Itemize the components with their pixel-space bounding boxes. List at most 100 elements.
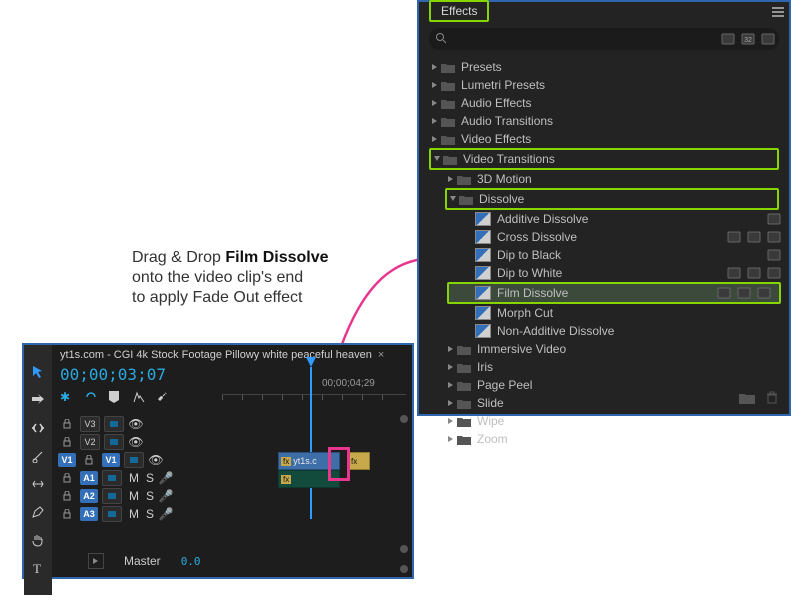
tree-zoom[interactable]: Zoom (419, 430, 789, 448)
item-non-additive[interactable]: Non-Additive Dissolve (419, 322, 789, 340)
sync-lock-icon[interactable] (104, 416, 124, 432)
transition-icon (475, 324, 491, 338)
item-additive-dissolve[interactable]: Additive Dissolve (419, 210, 789, 228)
instr-bold: Film Dissolve (225, 249, 328, 266)
close-sequence-icon[interactable]: × (378, 349, 384, 361)
tree-video-effects[interactable]: Video Effects (419, 130, 789, 148)
solo-button[interactable]: S (142, 507, 158, 521)
ripple-edit-tool[interactable] (29, 419, 47, 437)
tree-iris[interactable]: Iris (419, 358, 789, 376)
item-label: Dip to White (497, 266, 562, 280)
item-film-dissolve[interactable]: Film Dissolve (449, 284, 779, 302)
track-target-a2[interactable]: A2 (80, 489, 98, 503)
lock-icon[interactable] (58, 435, 76, 449)
track-select-tool[interactable] (29, 391, 47, 409)
track-target-v1[interactable]: V1 (102, 453, 120, 467)
effects-panel: Effects 32 Presets Lumetri Presets Audio… (417, 0, 791, 416)
item-cross-dissolve[interactable]: Cross Dissolve (419, 228, 789, 246)
wrench-icon[interactable] (156, 390, 170, 404)
yuv-badge-icon (757, 287, 771, 299)
tree-3d-motion[interactable]: 3D Motion (419, 170, 789, 188)
voiceover-icon[interactable]: 🎤 (158, 507, 174, 521)
slip-tool[interactable] (29, 475, 47, 493)
sync-lock-icon[interactable] (124, 452, 144, 468)
panel-menu-icon[interactable] (771, 6, 785, 18)
mute-button[interactable]: M (126, 471, 142, 485)
sequence-tab[interactable]: yt1s.com - CGI 4k Stock Footage Pillowy … (52, 345, 412, 363)
lock-icon[interactable] (58, 471, 76, 485)
tree-dissolve[interactable]: Dissolve (447, 190, 777, 208)
effects-tree: Presets Lumetri Presets Audio Effects Au… (419, 54, 789, 448)
razor-tool[interactable] (29, 447, 47, 465)
tree-video-transitions[interactable]: Video Transitions (431, 150, 777, 168)
item-morph-cut[interactable]: Morph Cut (419, 304, 789, 322)
pen-tool[interactable] (29, 503, 47, 521)
transition-icon (475, 212, 491, 226)
lock-icon[interactable] (58, 489, 76, 503)
sync-lock-icon[interactable] (102, 470, 122, 486)
track-target-a3[interactable]: A3 (80, 507, 98, 521)
voiceover-icon[interactable]: 🎤 (158, 471, 174, 485)
selection-tool[interactable] (29, 363, 47, 381)
master-expand-icon[interactable] (88, 553, 104, 569)
badge-fx-icon[interactable] (721, 33, 735, 45)
type-tool[interactable]: T (29, 559, 47, 577)
item-dip-white[interactable]: Dip to White (419, 264, 789, 282)
clip-area[interactable]: fx yt1s.c fx fx (222, 415, 406, 553)
timeline-settings-icon[interactable] (132, 390, 146, 404)
accel-badge-icon (717, 287, 731, 299)
lock-icon[interactable] (58, 507, 76, 521)
tree-slide[interactable]: Slide (419, 394, 789, 412)
effects-tab[interactable]: Effects (429, 0, 489, 22)
folder-icon (457, 416, 471, 427)
tree-lumetri[interactable]: Lumetri Presets (419, 76, 789, 94)
tree-audio-effects[interactable]: Audio Effects (419, 94, 789, 112)
source-patch-v1[interactable]: V1 (58, 453, 76, 467)
toggle-output-icon[interactable]: 👁 (128, 435, 144, 449)
toggle-output-icon[interactable]: 👁 (148, 453, 164, 467)
sync-lock-icon[interactable] (104, 434, 124, 450)
tree-pagepeel[interactable]: Page Peel (419, 376, 789, 394)
effects-search[interactable]: 32 (429, 28, 779, 50)
accel-badge-icon (767, 213, 781, 225)
tree-wipe[interactable]: Wipe (419, 412, 789, 430)
search-input[interactable] (453, 31, 721, 47)
folder-icon (441, 98, 455, 109)
badge-yuv-icon[interactable] (761, 33, 775, 45)
instr-l2: onto the video clip's end (132, 268, 392, 288)
track-target-v2[interactable]: V2 (80, 434, 100, 450)
add-marker-icon[interactable] (108, 390, 122, 404)
master-track[interactable]: Master 0.0 (88, 553, 201, 569)
track-target-a1[interactable]: A1 (80, 471, 98, 485)
mute-button[interactable]: M (126, 489, 142, 503)
voiceover-icon[interactable]: 🎤 (158, 489, 174, 503)
lock-icon[interactable] (58, 417, 76, 431)
sync-lock-icon[interactable] (102, 488, 122, 504)
badge-32-icon[interactable]: 32 (741, 33, 755, 45)
folder-icon (441, 134, 455, 145)
snap-icon[interactable]: ✱ (60, 390, 74, 404)
item-dip-black[interactable]: Dip to Black (419, 246, 789, 264)
master-value[interactable]: 0.0 (181, 555, 201, 568)
new-bin-icon[interactable] (739, 391, 755, 408)
scroll-indicator[interactable] (400, 545, 408, 553)
sync-lock-icon[interactable] (102, 506, 122, 522)
solo-button[interactable]: S (142, 471, 158, 485)
tree-audio-transitions[interactable]: Audio Transitions (419, 112, 789, 130)
tree-presets[interactable]: Presets (419, 58, 789, 76)
solo-button[interactable]: S (142, 489, 158, 503)
delete-icon[interactable] (765, 391, 779, 408)
folder-icon (457, 380, 471, 391)
tree-label: Dissolve (479, 192, 524, 206)
tree-immersive[interactable]: Immersive Video (419, 340, 789, 358)
lock-icon[interactable] (80, 453, 98, 467)
toggle-output-icon[interactable]: 👁 (128, 417, 144, 431)
scroll-indicator[interactable] (400, 565, 408, 573)
ruler[interactable]: 00;00;04;29 (222, 378, 406, 402)
track-target-v3[interactable]: V3 (80, 416, 100, 432)
linked-selection-icon[interactable] (84, 390, 98, 404)
transition-handle[interactable]: fx (348, 452, 370, 470)
mute-button[interactable]: M (126, 507, 142, 521)
hand-tool[interactable] (29, 531, 47, 549)
highlight-video-transitions: Video Transitions (429, 148, 779, 170)
